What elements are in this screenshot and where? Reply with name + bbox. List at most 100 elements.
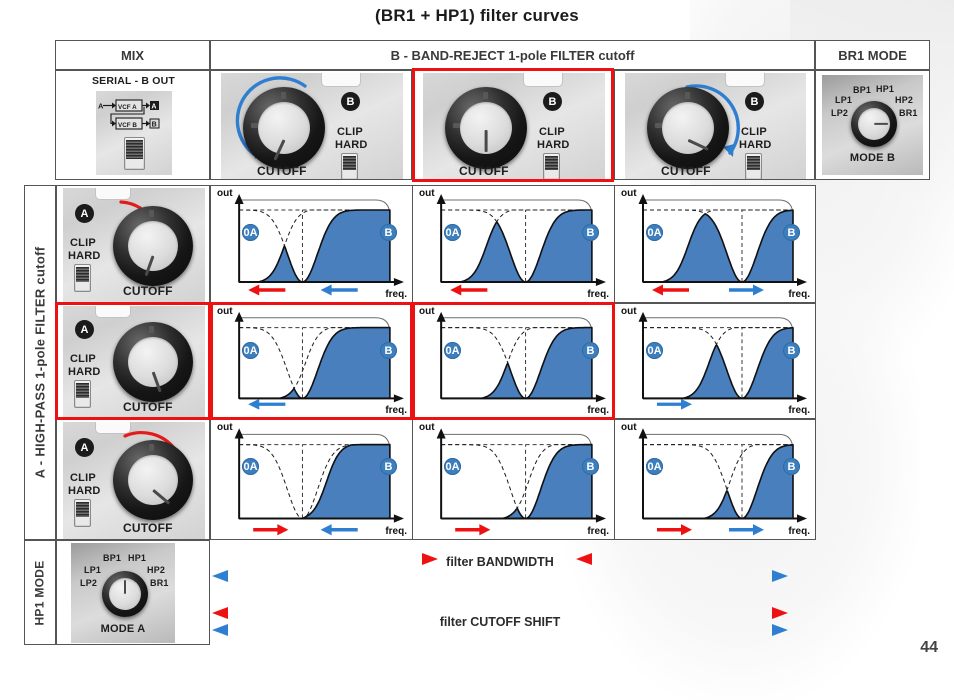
cutoff-label: CUTOFF <box>123 400 173 414</box>
filter-curve-graph-r2c3: out freq. 0A B <box>614 303 816 419</box>
mode-a-knob[interactable] <box>102 571 148 617</box>
mode-label-lp2: LP2 <box>831 108 849 118</box>
mode-label-bp1: BP1 <box>103 553 122 563</box>
b-cutoff-knob[interactable] <box>445 87 527 169</box>
cutoff-label: CUTOFF <box>123 521 173 535</box>
mode-a-photo: LP2 LP1 BP1 HP1 HP2 BR1 MODE A <box>71 543 175 643</box>
b-cutoff-knob[interactable] <box>243 87 325 169</box>
mix-caption: SERIAL - B OUT <box>91 75 176 87</box>
marker-a: 0A <box>646 458 663 475</box>
clip-label: CLIP <box>70 472 96 484</box>
clip-label: CLIP <box>539 126 565 138</box>
row-header-high-pass-label: A - HIGH-PASS 1-pole FILTER cutoff <box>32 246 48 479</box>
clip-hard-toggle[interactable] <box>74 499 91 527</box>
clip-hard-toggle[interactable] <box>74 380 91 408</box>
cutoff-label: CUTOFF <box>661 164 711 178</box>
curve-svg <box>234 428 404 536</box>
mode-label-lp1: LP1 <box>84 565 102 575</box>
clip-label: CLIP <box>741 126 767 138</box>
curve-svg <box>234 311 404 410</box>
a-cutoff-photo-high: A CLIP HARD CUTOFF <box>56 419 210 540</box>
svg-text:VCF A: VCF A <box>118 104 137 111</box>
a-cutoff-knob[interactable] <box>113 440 193 520</box>
hard-label: HARD <box>68 485 101 497</box>
marker-b: B <box>582 342 599 359</box>
svg-text:A: A <box>151 104 156 111</box>
marker-a: 0A <box>646 224 663 241</box>
clip-hard-toggle[interactable] <box>341 153 358 179</box>
marker-b: B <box>380 224 397 241</box>
mix-toggle-switch[interactable] <box>124 137 145 170</box>
filter-curve-graph-r1c2: out freq. 0A B <box>412 185 615 303</box>
b-knob-photo-high: B CLIP HARD CUTOFF <box>625 73 806 179</box>
b-cutoff-photo-high: B CLIP HARD CUTOFF <box>614 70 815 180</box>
b-cutoff-photo-low: B CLIP HARD CUTOFF <box>210 70 412 180</box>
a-cutoff-photo-low: A CLIP HARD CUTOFF <box>56 185 210 303</box>
mode-label-hp2: HP2 <box>147 565 166 575</box>
marker-b: B <box>380 458 397 475</box>
marker-a: 0A <box>444 458 461 475</box>
hard-label: HARD <box>537 139 570 151</box>
hard-label: HARD <box>68 366 101 378</box>
cutoff-label: CUTOFF <box>257 164 307 178</box>
curve-svg <box>436 428 606 536</box>
mode-b-photo: LP2 LP1 BP1 HP1 HP2 BR1 MODE B <box>822 75 923 175</box>
mode-label-hp2: HP2 <box>895 95 914 105</box>
row-header-high-pass: A - HIGH-PASS 1-pole FILTER cutoff <box>24 185 56 540</box>
filter-curve-graph-r3c1: out freq. 0A B <box>210 419 413 540</box>
marker-a: 0A <box>242 458 259 475</box>
hard-label: HARD <box>739 139 772 151</box>
filter-curve-graph-r2c2: out freq. 0A B <box>412 303 615 419</box>
b-cutoff-knob[interactable] <box>647 87 729 169</box>
badge-a: A <box>75 438 94 457</box>
panel-tab <box>95 306 131 318</box>
mode-b-knob[interactable] <box>851 101 897 147</box>
a-knob-photo-center: A CLIP HARD CUTOFF <box>63 306 205 418</box>
marker-b: B <box>783 342 800 359</box>
panel-tab <box>523 73 563 87</box>
b-knob-photo-center: B CLIP HARD CUTOFF <box>423 73 605 179</box>
filter-curve-graph-r3c2: out freq. 0A B <box>412 419 615 540</box>
a-cutoff-knob[interactable] <box>113 206 193 286</box>
column-header-br1-mode: BR1 MODE <box>815 40 930 70</box>
marker-a: 0A <box>646 342 663 359</box>
curve-svg <box>436 194 606 296</box>
badge-b: B <box>341 92 360 111</box>
svg-text:B: B <box>152 122 157 129</box>
marker-b: B <box>783 458 800 475</box>
clip-hard-toggle[interactable] <box>74 264 91 292</box>
a-cutoff-knob[interactable] <box>113 322 193 402</box>
mode-label-lp2: LP2 <box>80 578 98 588</box>
marker-a: 0A <box>242 342 259 359</box>
clip-hard-toggle[interactable] <box>543 153 560 179</box>
filter-curve-graph-r1c1: out freq. 0A B <box>210 185 413 303</box>
curve-svg <box>436 311 606 403</box>
row-header-hp1-mode-label: HP1 MODE <box>33 559 48 626</box>
clip-label: CLIP <box>70 353 96 365</box>
b-cutoff-photo-center: B CLIP HARD CUTOFF <box>412 70 614 180</box>
curve-svg <box>638 311 807 410</box>
mode-label-hp1: HP1 <box>876 84 895 94</box>
row-header-hp1-mode: HP1 MODE <box>24 540 56 645</box>
legend-cutoff-shift: filter CUTOFF SHIFT <box>439 615 561 629</box>
legend-bandwidth: filter BANDWIDTH <box>446 555 554 569</box>
clip-hard-toggle[interactable] <box>745 153 762 179</box>
clip-label: CLIP <box>70 237 96 249</box>
cutoff-label: CUTOFF <box>123 284 173 298</box>
hard-label: HARD <box>68 250 101 262</box>
hard-label: HARD <box>335 139 368 151</box>
column-header-band-reject: B - BAND-REJECT 1-pole FILTER cutoff <box>210 40 815 70</box>
marker-b: B <box>582 224 599 241</box>
mix-photo: A VCF A VCF B A B <box>96 91 172 175</box>
mode-label-br1: BR1 <box>150 578 169 588</box>
badge-b: B <box>745 92 764 111</box>
mode-label-bp1: BP1 <box>853 85 872 95</box>
marker-b: B <box>380 342 397 359</box>
a-knob-photo-low: A CLIP HARD CUTOFF <box>63 188 205 302</box>
br1-mode-cell: LP2 LP1 BP1 HP1 HP2 BR1 MODE B <box>815 70 930 180</box>
svg-text:VCF B: VCF B <box>118 122 137 129</box>
cutoff-label: CUTOFF <box>459 164 509 178</box>
mode-b-caption: MODE B <box>849 152 896 164</box>
mode-label-hp1: HP1 <box>128 553 147 563</box>
curve-svg <box>638 194 807 296</box>
